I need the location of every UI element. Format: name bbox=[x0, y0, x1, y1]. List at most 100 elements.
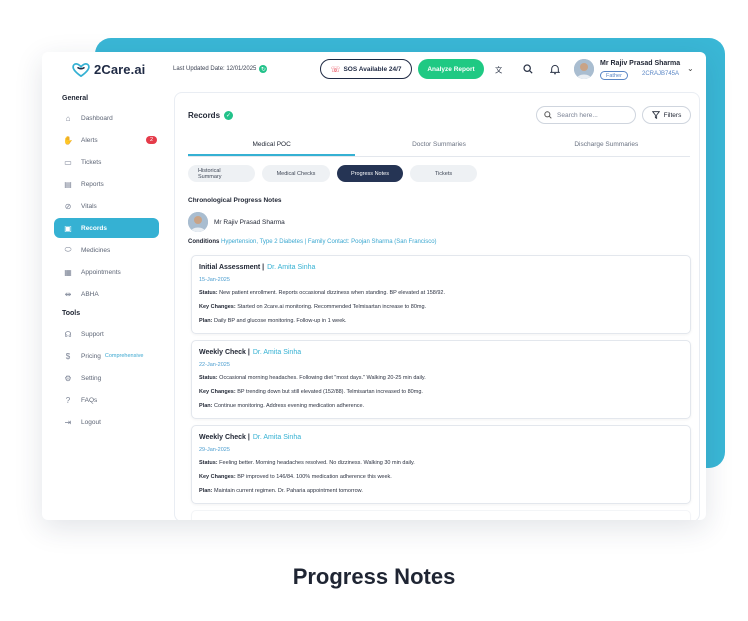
pill-icon: ⬭ bbox=[64, 245, 72, 254]
note-date: 29-Jan-2025 bbox=[199, 447, 230, 453]
user-id: 2CRAJB745A bbox=[642, 71, 680, 77]
note-date: 15-Jan-2025 bbox=[199, 277, 230, 283]
sidebar-item-pricing[interactable]: $ Pricing Comprehensive bbox=[54, 346, 159, 366]
app-window: 2Care.ai Last Updated Date: 12/01/2025 ↻… bbox=[42, 52, 706, 520]
last-updated-text: Last Updated Date: 12/01/2025 bbox=[173, 66, 257, 72]
sidebar-item-label: Logout bbox=[81, 418, 101, 426]
pricing-plan-label: Comprehensive bbox=[104, 353, 144, 359]
filter-icon bbox=[651, 111, 660, 119]
sidebar-item-setting[interactable]: ⚙ Setting bbox=[54, 368, 159, 388]
abha-icon: ⇹ bbox=[64, 289, 72, 299]
logout-icon: ⇥ bbox=[64, 417, 72, 427]
search-icon[interactable] bbox=[522, 63, 534, 75]
subtabs: Historical Summary Medical Checks Progre… bbox=[188, 165, 477, 182]
translate-icon[interactable]: 文 bbox=[494, 63, 506, 75]
refresh-icon[interactable]: ↻ bbox=[259, 65, 268, 73]
note-doctor[interactable]: Dr. Amita Sinha bbox=[253, 349, 301, 356]
patient-avatar bbox=[188, 212, 208, 232]
info-icon[interactable]: ✓ bbox=[224, 111, 234, 120]
tab-discharge-summaries[interactable]: Discharge Summaries bbox=[523, 137, 690, 156]
patient-row: Mr Rajiv Prasad Sharma bbox=[188, 212, 285, 232]
progress-note-card[interactable]: Weekly Check | Dr. Amita Sinha 29-Jan-202… bbox=[191, 425, 691, 504]
sidebar-item-tickets[interactable]: ▭ Tickets bbox=[54, 152, 159, 172]
note-status: Status: Occasional morning headaches. Fo… bbox=[199, 375, 426, 381]
subtab-historical-summary[interactable]: Historical Summary bbox=[188, 165, 255, 182]
note-plan: Plan: Continue monitoring. Address eveni… bbox=[199, 403, 364, 409]
sos-button[interactable]: ☏ SOS Available 24/7 bbox=[320, 59, 412, 79]
sidebar-item-vitals[interactable]: ⊘ Vitals bbox=[54, 196, 159, 216]
sidebar-item-alerts[interactable]: ✋ Alerts 2 bbox=[54, 130, 159, 150]
question-icon: ? bbox=[65, 395, 71, 405]
records-panel: Records ✓ Search here... Filters Medical… bbox=[174, 92, 700, 520]
status-text: Feeling better. Morning headaches resolv… bbox=[219, 460, 415, 466]
subtab-medical-checks[interactable]: Medical Checks bbox=[262, 165, 330, 182]
tab-doctor-summaries[interactable]: Doctor Summaries bbox=[355, 137, 522, 156]
sidebar-item-label: Records bbox=[81, 224, 108, 232]
sidebar-item-label: Appointments bbox=[81, 268, 121, 276]
page-title: Records ✓ bbox=[188, 111, 234, 120]
conditions-line: Conditions Hypertension, Type 2 Diabetes… bbox=[188, 239, 437, 245]
dollar-icon: $ bbox=[65, 351, 71, 361]
heart-logo-icon bbox=[72, 62, 90, 77]
sidebar-item-abha[interactable]: ⇹ ABHA bbox=[54, 284, 159, 304]
plan-text: Maintain current regimen. Dr. Paharia ap… bbox=[213, 488, 363, 494]
sidebar-item-label: Support bbox=[81, 330, 104, 338]
progress-note-card[interactable]: Weekly Check | Dr. Amita Sinha 22-Jan-202… bbox=[191, 340, 691, 419]
sidebar: General ⌂ Dashboard ✋ Alerts 2 ▭ Tickets… bbox=[42, 88, 170, 520]
search-input[interactable]: Search here... bbox=[536, 106, 636, 124]
document-icon: ▤ bbox=[64, 179, 72, 189]
sidebar-item-appointments[interactable]: ▦ Appointments bbox=[54, 262, 159, 282]
status-text: New patient enrollment. Reports occasion… bbox=[219, 290, 446, 296]
search-placeholder: Search here... bbox=[557, 111, 598, 119]
sidebar-item-label: Medicines bbox=[81, 246, 111, 254]
note-key-changes: Key Changes: BP improved to 146/84. 100%… bbox=[199, 474, 392, 480]
alerts-count-badge: 2 bbox=[145, 136, 157, 144]
progress-note-card[interactable]: Initial Assessment | Dr. Amita Sinha 15-J… bbox=[191, 255, 691, 334]
brand-logo[interactable]: 2Care.ai bbox=[72, 62, 145, 77]
note-plan: Plan: Daily BP and glucose monitoring. F… bbox=[199, 318, 347, 324]
sidebar-item-logout[interactable]: ⇥ Logout bbox=[54, 412, 159, 432]
tab-medical-poc[interactable]: Medical POC bbox=[188, 137, 356, 156]
sidebar-item-records[interactable]: ▣ Records bbox=[54, 218, 159, 238]
conditions-text: Hypertension, Type 2 Diabetes | Family C… bbox=[221, 239, 437, 245]
progress-note-card-partial[interactable] bbox=[191, 510, 691, 520]
plan-label: Plan: bbox=[199, 488, 213, 494]
last-updated: Last Updated Date: 12/01/2025 ↻ bbox=[173, 65, 268, 73]
subtab-tickets[interactable]: Tickets bbox=[410, 165, 477, 182]
sidebar-item-label: Vitals bbox=[81, 202, 97, 210]
note-doctor[interactable]: Dr. Amita Sinha bbox=[253, 434, 301, 441]
sidebar-item-medicines[interactable]: ⬭ Medicines bbox=[54, 240, 159, 260]
key-changes-text: BP improved to 146/84. 100% medication a… bbox=[237, 474, 392, 480]
user-avatar[interactable] bbox=[574, 59, 594, 79]
sidebar-item-reports[interactable]: ▤ Reports bbox=[54, 174, 159, 194]
section-title: Chronological Progress Notes bbox=[188, 197, 282, 204]
ticket-icon: ▭ bbox=[64, 157, 72, 167]
relation-badge: Father bbox=[600, 71, 628, 80]
bell-icon[interactable] bbox=[549, 63, 561, 75]
analyze-report-button[interactable]: Analyze Report bbox=[418, 59, 484, 79]
sidebar-item-support[interactable]: ☊ Support bbox=[54, 324, 159, 344]
sidebar-item-label: Tickets bbox=[81, 158, 102, 166]
note-type: Weekly Check | bbox=[199, 349, 250, 356]
vitals-icon: ⊘ bbox=[64, 201, 72, 211]
plan-label: Plan: bbox=[199, 318, 213, 324]
note-doctor[interactable]: Dr. Amita Sinha bbox=[267, 264, 315, 271]
sidebar-item-label: Dashboard bbox=[81, 114, 113, 122]
conditions-label: Conditions bbox=[188, 239, 220, 245]
headset-icon: ☊ bbox=[64, 329, 72, 339]
calendar-icon: ▦ bbox=[64, 267, 72, 277]
note-status: Status: New patient enrollment. Reports … bbox=[199, 290, 445, 296]
sos-label: SOS Available 24/7 bbox=[343, 65, 402, 73]
chevron-down-icon[interactable]: ⌄ bbox=[687, 64, 694, 73]
subtab-progress-notes[interactable]: Progress Notes bbox=[337, 165, 403, 182]
status-label: Status: bbox=[199, 375, 218, 381]
brand-name: 2Care.ai bbox=[94, 62, 146, 77]
sidebar-item-faqs[interactable]: ? FAQs bbox=[54, 390, 159, 410]
sidebar-item-dashboard[interactable]: ⌂ Dashboard bbox=[54, 108, 159, 128]
sidebar-section-tools: Tools bbox=[62, 310, 81, 317]
key-changes-label: Key Changes: bbox=[199, 389, 236, 395]
note-date: 22-Jan-2025 bbox=[199, 362, 230, 368]
note-title: Initial Assessment | Dr. Amita Sinha bbox=[199, 264, 315, 271]
home-icon: ⌂ bbox=[65, 113, 71, 123]
filters-button[interactable]: Filters bbox=[642, 106, 691, 124]
